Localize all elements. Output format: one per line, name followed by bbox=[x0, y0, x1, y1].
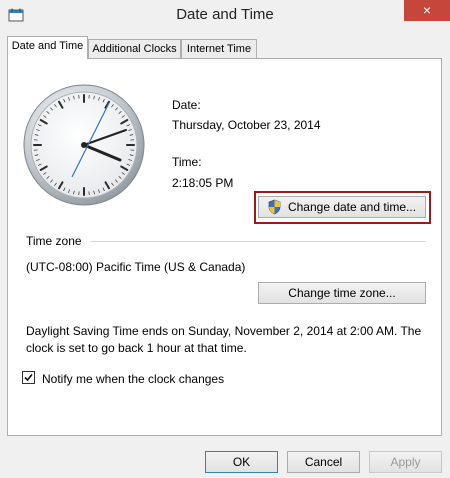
cancel-button[interactable]: Cancel bbox=[287, 451, 360, 473]
change-date-time-label: Change date and time... bbox=[287, 200, 417, 214]
analog-clock bbox=[23, 84, 145, 206]
time-value: 2:18:05 PM bbox=[172, 176, 234, 190]
time-zone-value: (UTC-08:00) Pacific Time (US & Canada) bbox=[26, 260, 246, 274]
dst-notice-line-1: Daylight Saving Time ends on Sunday, Nov… bbox=[26, 324, 422, 338]
time-label: Time: bbox=[172, 155, 202, 169]
notify-label[interactable]: Notify me when the clock changes bbox=[42, 372, 224, 386]
notify-checkbox[interactable] bbox=[22, 371, 35, 384]
tab-date-and-time[interactable]: Date and Time bbox=[7, 36, 88, 59]
apply-button[interactable]: Apply bbox=[369, 451, 442, 473]
tab-additional-clocks[interactable]: Additional Clocks bbox=[88, 39, 181, 59]
checkmark-icon bbox=[24, 373, 33, 382]
tab-internet-time[interactable]: Internet Time bbox=[181, 39, 257, 59]
time-zone-section-label: Time zone bbox=[26, 234, 82, 248]
ok-button[interactable]: OK bbox=[205, 451, 278, 473]
close-icon[interactable] bbox=[404, 0, 450, 21]
title-bar: Date and Time bbox=[0, 0, 450, 30]
window-title: Date and Time bbox=[176, 6, 274, 23]
date-label: Date: bbox=[172, 98, 201, 112]
change-time-zone-button[interactable]: Change time zone... bbox=[258, 282, 426, 304]
dst-notice-line-2: clock is set to go back 1 hour at that t… bbox=[26, 341, 247, 355]
section-divider bbox=[90, 241, 426, 242]
date-value: Thursday, October 23, 2014 bbox=[172, 118, 321, 132]
change-date-time-button[interactable]: Change date and time... bbox=[258, 196, 426, 218]
uac-shield-icon bbox=[268, 199, 281, 215]
